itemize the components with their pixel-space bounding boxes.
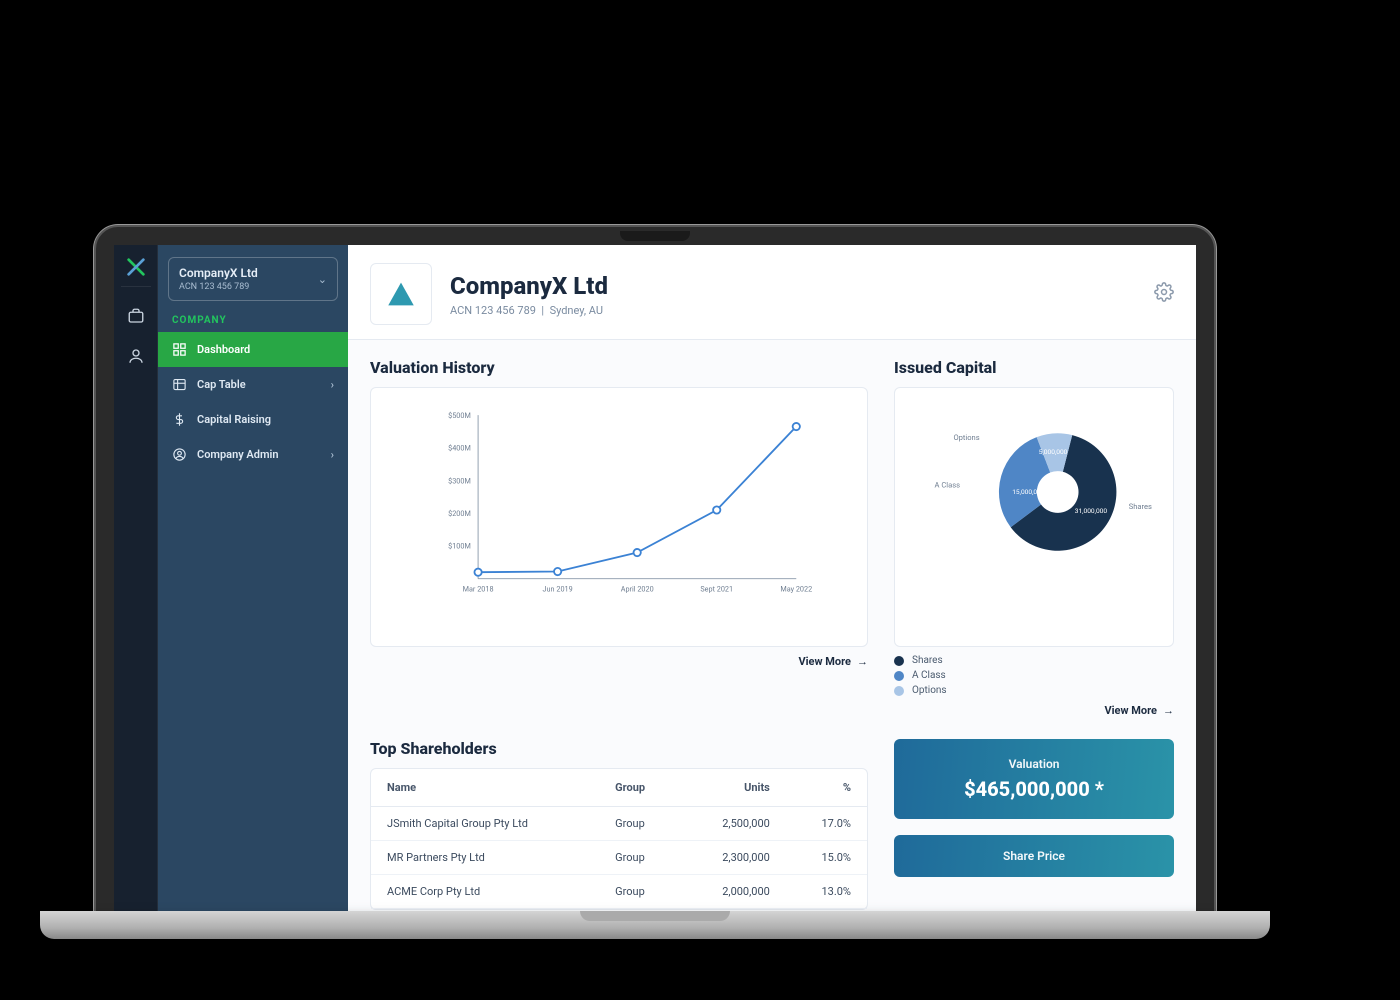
page-title: CompanyX Ltd: [450, 272, 608, 300]
table-row[interactable]: MR Partners Pty LtdGroup2,300,00015.0%: [371, 841, 867, 875]
laptop-camera-notch: [620, 231, 690, 241]
svg-text:Shares: Shares: [1129, 502, 1152, 511]
laptop-mockup: CompanyX Ltd ACN 123 456 789 ⌄ COMPANY D…: [70, 225, 1240, 995]
app-logo: [121, 257, 151, 287]
briefcase-icon[interactable]: [127, 307, 145, 329]
stat-tiles: Valuation $465,000,000 * Share Price: [894, 739, 1174, 910]
chevron-down-icon: ⌄: [318, 273, 327, 286]
dollar-icon: [172, 412, 187, 427]
company-switcher-name: CompanyX Ltd: [179, 266, 258, 280]
laptop-hinge-notch: [580, 911, 730, 921]
legend-shares: Shares: [894, 655, 1174, 666]
svg-text:15,000,000: 15,000,000: [1012, 488, 1045, 496]
valuation-chart-card: $100M $200M $300M $400M $500M Mar 2018 Jun 201…: [370, 387, 868, 647]
shareholders-table: Name Group Units % JSmith Capital Group …: [371, 769, 867, 909]
laptop-base: [40, 911, 1270, 939]
svg-text:$400M: $400M: [448, 444, 471, 453]
sidebar-item-capital-raising[interactable]: Capital Raising: [158, 402, 348, 437]
col-name: Name: [371, 769, 599, 807]
sidebar-item-label: Dashboard: [197, 343, 250, 356]
valuation-stat-value: $465,000,000 *: [906, 777, 1162, 801]
svg-text:$100M: $100M: [448, 542, 471, 551]
issued-view-more[interactable]: View More →: [894, 704, 1174, 717]
legend-aclass: A Class: [894, 670, 1174, 681]
settings-button[interactable]: [1154, 282, 1174, 306]
sidebar: CompanyX Ltd ACN 123 456 789 ⌄ COMPANY D…: [158, 245, 348, 913]
sidebar-item-company-admin[interactable]: Company Admin ›: [158, 437, 348, 472]
triangle-icon: [384, 277, 418, 311]
page-subtitle: ACN 123 456 789 | Sydney, AU: [450, 304, 608, 317]
table-header-row: Name Group Units %: [371, 769, 867, 807]
issued-capital-donut-chart: Shares A Class Options 31,000,000 15,000,000…: [909, 402, 1159, 582]
user-circle-icon: [172, 447, 187, 462]
legend-options: Options: [894, 685, 1174, 696]
sidebar-item-label: Company Admin: [197, 448, 279, 461]
company-switcher-acn: ACN 123 456 789: [179, 282, 258, 292]
shareholders-title: Top Shareholders: [370, 739, 868, 758]
chevron-right-icon: ›: [331, 378, 334, 391]
issued-legend: Shares A Class Options: [894, 655, 1174, 696]
valuation-line-chart: $100M $200M $300M $400M $500M Mar 2018 Jun 201…: [389, 406, 849, 606]
page-header: CompanyX Ltd ACN 123 456 789 | Sydney, A…: [348, 245, 1196, 340]
gear-icon: [1154, 282, 1174, 302]
valuation-title: Valuation History: [370, 358, 868, 377]
sidebar-item-label: Capital Raising: [197, 413, 271, 426]
issued-title: Issued Capital: [894, 358, 1174, 377]
arrow-right-icon: →: [857, 655, 868, 668]
col-pct: %: [786, 769, 867, 807]
svg-text:$200M: $200M: [448, 509, 471, 518]
svg-text:$300M: $300M: [448, 476, 471, 485]
main-content: CompanyX Ltd ACN 123 456 789 | Sydney, A…: [348, 245, 1196, 913]
sidebar-item-label: Cap Table: [197, 378, 246, 391]
svg-text:5,000,000: 5,000,000: [1039, 448, 1068, 456]
svg-text:A Class: A Class: [935, 480, 961, 489]
laptop-screen: CompanyX Ltd ACN 123 456 789 ⌄ COMPANY D…: [94, 225, 1216, 915]
sidebar-item-dashboard[interactable]: Dashboard: [158, 332, 348, 367]
issued-capital-card: Shares A Class Options 31,000,000 15,000,000…: [894, 387, 1174, 647]
arrow-right-icon: →: [1163, 704, 1174, 717]
company-logo-tile: [370, 263, 432, 325]
shareholders-table-card: Name Group Units % JSmith Capital Group …: [370, 768, 868, 910]
person-icon[interactable]: [127, 347, 145, 369]
svg-text:Mar 2018: Mar 2018: [463, 584, 494, 593]
valuation-stat-tile[interactable]: Valuation $465,000,000 *: [894, 739, 1174, 819]
svg-text:Jun 2019: Jun 2019: [543, 584, 573, 593]
valuation-panel: Valuation History $100M $200M $300M $400M $5…: [370, 358, 868, 717]
app-root: CompanyX Ltd ACN 123 456 789 ⌄ COMPANY D…: [114, 245, 1196, 913]
shareholders-panel: Top Shareholders Name Group Units %: [370, 739, 868, 910]
svg-text:Sept 2021: Sept 2021: [700, 584, 733, 593]
table-row[interactable]: ACME Corp Pty LtdGroup2,000,00013.0%: [371, 875, 867, 909]
table-icon: [172, 377, 187, 392]
svg-text:$500M: $500M: [448, 411, 471, 420]
share-price-stat-tile[interactable]: Share Price: [894, 835, 1174, 877]
table-row[interactable]: JSmith Capital Group Pty LtdGroup2,500,0…: [371, 807, 867, 841]
col-units: Units: [681, 769, 786, 807]
svg-text:April 2020: April 2020: [621, 584, 654, 593]
logo-x-icon: [125, 256, 147, 278]
valuation-stat-label: Valuation: [906, 757, 1162, 771]
issued-capital-panel: Issued Capital Shares A Class Options 31,00…: [894, 358, 1174, 717]
icon-rail: [114, 245, 158, 913]
grid-icon: [172, 342, 187, 357]
chevron-right-icon: ›: [331, 448, 334, 461]
sidebar-item-cap-table[interactable]: Cap Table ›: [158, 367, 348, 402]
share-price-stat-label: Share Price: [906, 849, 1162, 863]
valuation-view-more[interactable]: View More →: [370, 655, 868, 668]
svg-text:31,000,000: 31,000,000: [1075, 507, 1108, 515]
company-switcher[interactable]: CompanyX Ltd ACN 123 456 789 ⌄: [168, 257, 338, 301]
col-group: Group: [599, 769, 681, 807]
svg-text:Options: Options: [953, 433, 979, 442]
sidebar-section-label: COMPANY: [158, 315, 348, 332]
svg-text:May 2022: May 2022: [780, 584, 812, 593]
